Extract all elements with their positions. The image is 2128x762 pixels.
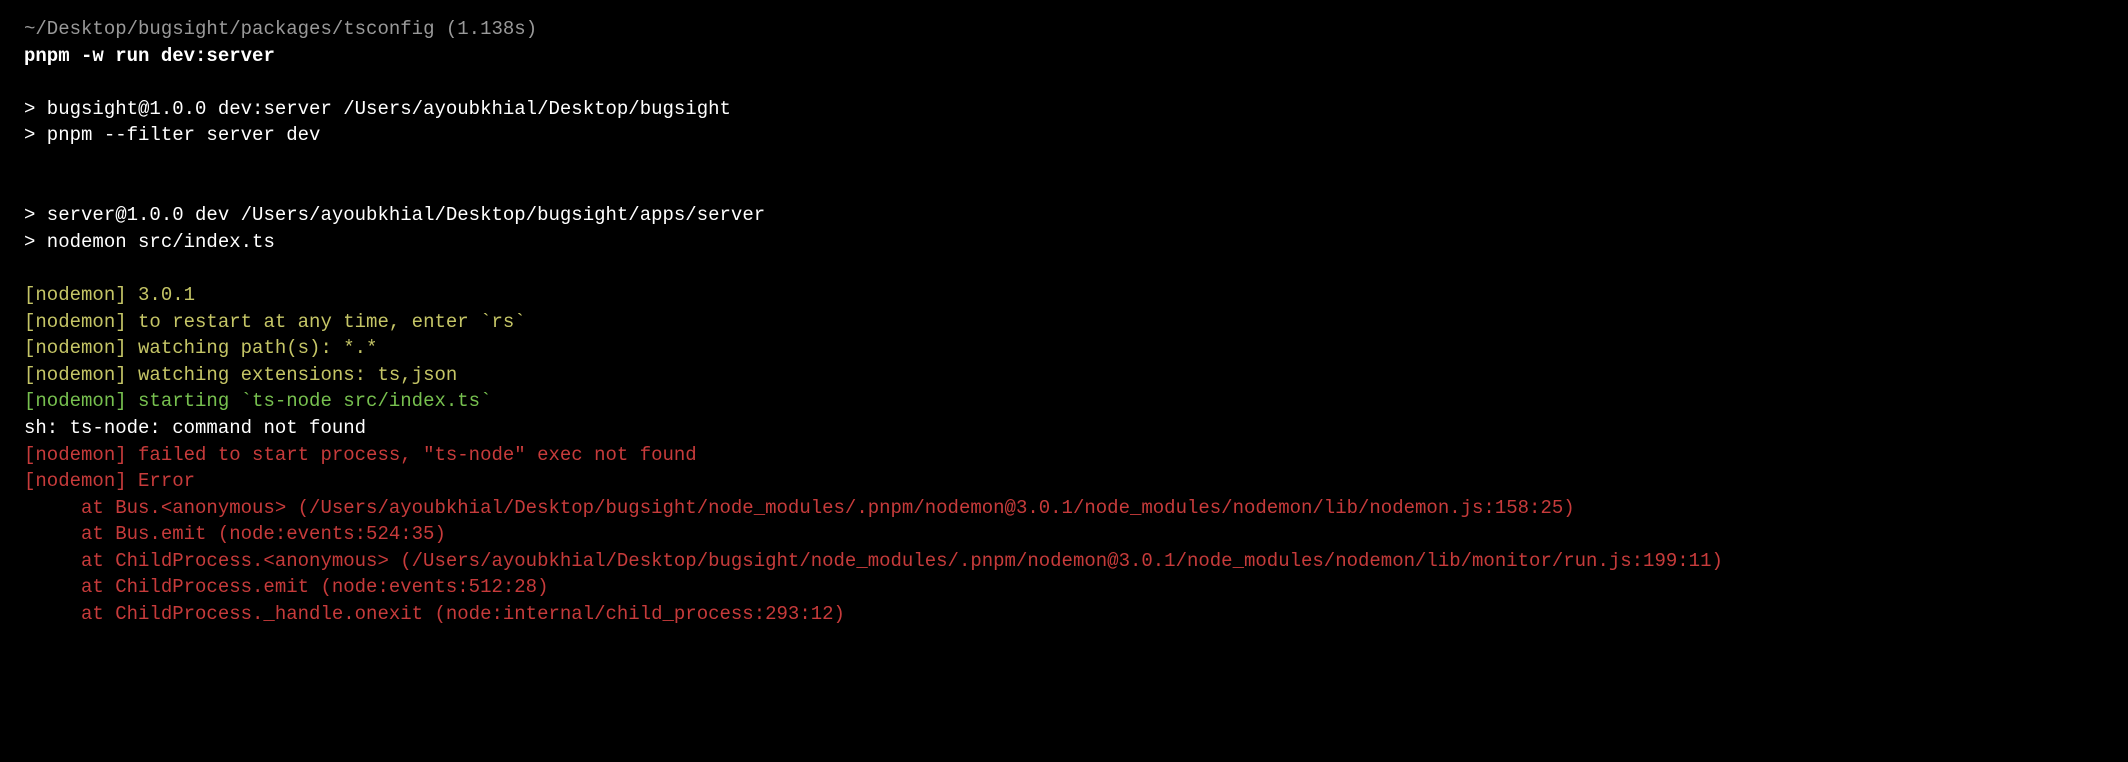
output-line-1: > bugsight@1.0.0 dev:server /Users/ayoub… xyxy=(24,96,2104,123)
blank-line xyxy=(24,149,2104,176)
stack-trace-1: at Bus.<anonymous> (/Users/ayoubkhial/De… xyxy=(24,495,2104,522)
stack-trace-5: at ChildProcess._handle.onexit (node:int… xyxy=(24,601,2104,628)
error-sh: sh: ts-node: command not found xyxy=(24,415,2104,442)
stack-trace-4: at ChildProcess.emit (node:events:512:28… xyxy=(24,574,2104,601)
stack-trace-2: at Bus.emit (node:events:524:35) xyxy=(24,521,2104,548)
prompt-timing: (1.138s) xyxy=(446,18,537,40)
stack-trace-3: at ChildProcess.<anonymous> (/Users/ayou… xyxy=(24,548,2104,575)
command-line[interactable]: pnpm -w run dev:server xyxy=(24,43,2104,70)
blank-line xyxy=(24,176,2104,203)
nodemon-version: [nodemon] 3.0.1 xyxy=(24,282,2104,309)
prompt-line: ~/Desktop/bugsight/packages/tsconfig (1.… xyxy=(24,16,2104,43)
nodemon-watching-paths: [nodemon] watching path(s): *.* xyxy=(24,335,2104,362)
blank-line xyxy=(24,255,2104,282)
output-line-4: > nodemon src/index.ts xyxy=(24,229,2104,256)
output-line-3: > server@1.0.0 dev /Users/ayoubkhial/Des… xyxy=(24,202,2104,229)
nodemon-restart: [nodemon] to restart at any time, enter … xyxy=(24,309,2104,336)
blank-line xyxy=(24,69,2104,96)
error-label: [nodemon] Error xyxy=(24,468,2104,495)
nodemon-watching-ext: [nodemon] watching extensions: ts,json xyxy=(24,362,2104,389)
output-line-2: > pnpm --filter server dev xyxy=(24,122,2104,149)
nodemon-starting: [nodemon] starting `ts-node src/index.ts… xyxy=(24,388,2104,415)
prompt-path: ~/Desktop/bugsight/packages/tsconfig xyxy=(24,18,434,40)
error-failed: [nodemon] failed to start process, "ts-n… xyxy=(24,442,2104,469)
